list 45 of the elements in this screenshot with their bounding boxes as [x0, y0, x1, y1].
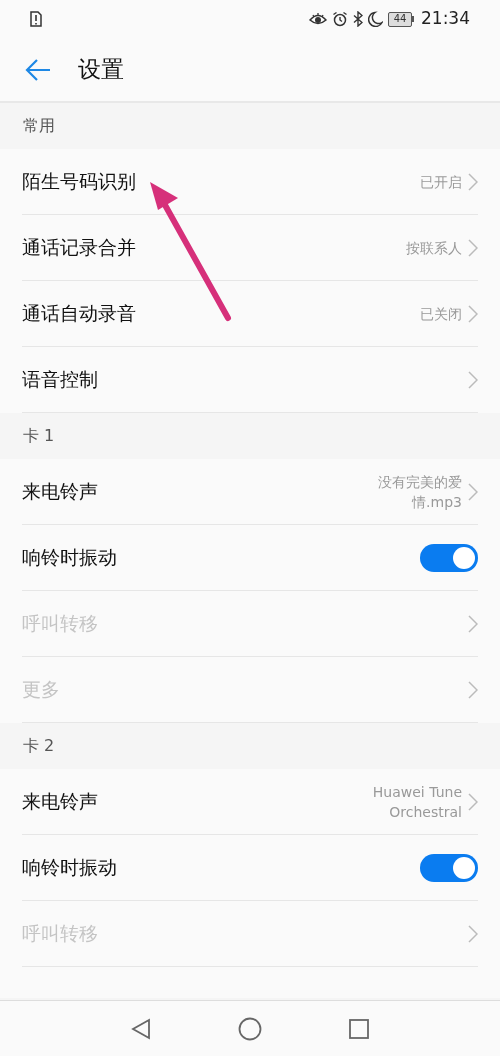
back-arrow-icon[interactable]: [25, 58, 51, 81]
chevron-right-icon: [468, 614, 478, 633]
chevron-right-icon: [468, 680, 478, 699]
setting-label: 通话记录合并: [22, 235, 137, 261]
setting-label: 语音控制: [22, 367, 99, 393]
settings-row[interactable]: 响铃时振动: [22, 835, 478, 901]
setting-label: 响铃时振动: [22, 545, 118, 571]
chevron-right-icon: [468, 172, 478, 191]
settings-row[interactable]: 来电铃声 Huawei Tune Orchestral: [22, 769, 478, 835]
setting-value: 已关闭: [420, 304, 462, 324]
back-nav-icon[interactable]: [131, 1017, 151, 1040]
eye-icon: [309, 12, 327, 26]
page-title: 设置: [78, 55, 124, 85]
chevron-right-icon: [468, 370, 478, 389]
clock-time: 21:34: [421, 7, 470, 31]
recents-nav-icon[interactable]: [349, 1018, 369, 1039]
setting-value: Huawei Tune Orchestral: [371, 782, 462, 822]
toggle-switch[interactable]: [420, 853, 478, 882]
alarm-icon: [332, 11, 348, 27]
setting-label: 响铃时振动: [22, 855, 118, 881]
chevron-right-icon: [468, 924, 478, 943]
bluetooth-icon: [353, 11, 363, 27]
battery-icon: 44: [388, 11, 414, 27]
settings-row[interactable]: 来电铃声 没有完美的爱情.mp3: [22, 459, 478, 525]
setting-label: 来电铃声: [22, 789, 99, 815]
section-header: 卡 1: [23, 425, 55, 447]
chevron-right-icon: [468, 304, 478, 323]
moon-icon: [368, 11, 383, 27]
toggle-switch[interactable]: [420, 543, 478, 572]
section-header: 卡 2: [23, 735, 55, 757]
chevron-right-icon: [468, 238, 478, 257]
setting-label: 通话自动录音: [22, 301, 137, 327]
setting-label: 来电铃声: [22, 479, 99, 505]
settings-row[interactable]: 响铃时振动: [22, 525, 478, 591]
chevron-right-icon: [468, 792, 478, 811]
setting-value: 按联系人: [406, 238, 462, 258]
home-nav-icon[interactable]: [238, 1016, 262, 1041]
setting-value: 没有完美的爱情.mp3: [377, 472, 462, 512]
settings-row[interactable]: 通话记录合并 按联系人: [22, 215, 478, 281]
settings-row[interactable]: 通话自动录音 已关闭: [22, 281, 478, 347]
setting-label: 陌生号码识别: [22, 169, 137, 195]
setting-value: 已开启: [420, 172, 462, 192]
section-header: 常用: [23, 115, 55, 137]
chevron-right-icon: [468, 482, 478, 501]
sim-alert-icon: [30, 11, 42, 27]
